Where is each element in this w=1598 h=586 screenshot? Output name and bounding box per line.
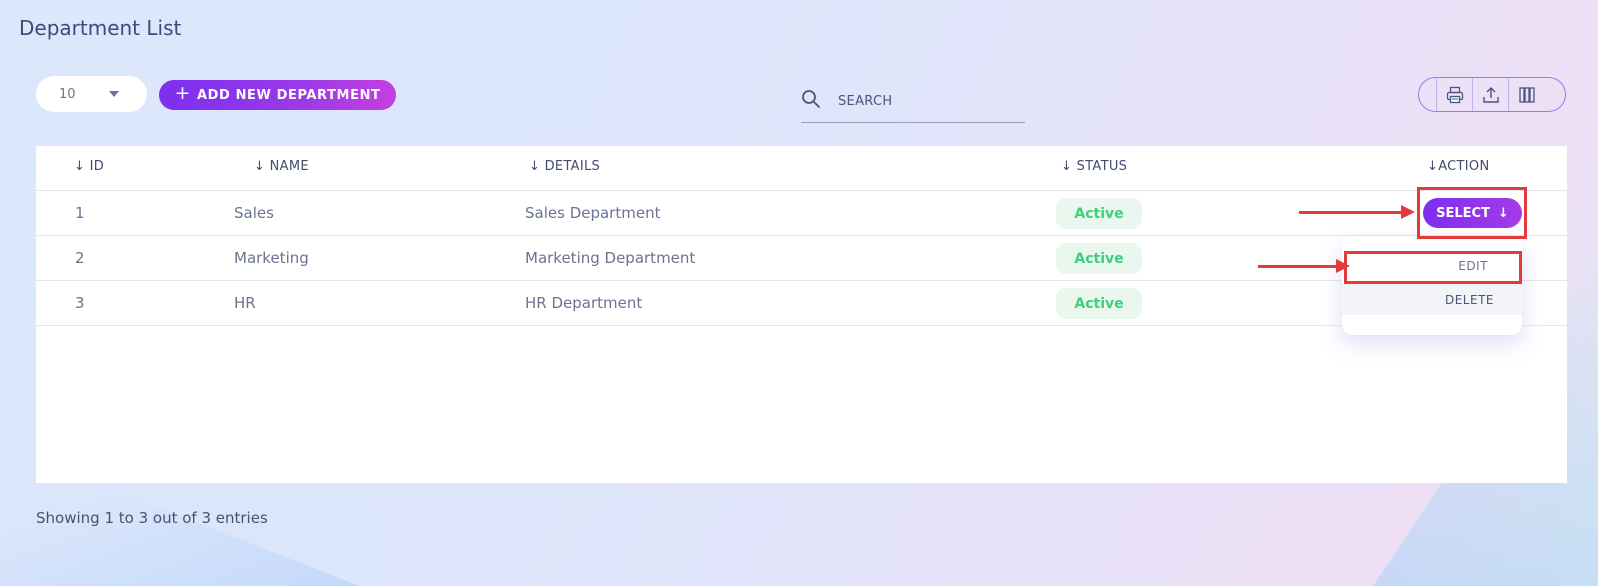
print-button[interactable] xyxy=(1436,78,1473,111)
upload-icon xyxy=(1482,86,1499,103)
search-box xyxy=(801,85,1025,123)
column-header-status[interactable]: ↓ STATUS xyxy=(1061,159,1127,174)
cell-details: Marketing Department xyxy=(525,249,696,267)
columns-icon xyxy=(1518,86,1535,103)
column-header-id[interactable]: ↓ ID xyxy=(74,159,104,174)
add-department-button[interactable]: + ADD NEW DEPARTMENT xyxy=(159,80,396,110)
search-input[interactable] xyxy=(836,87,1020,115)
table-row: 3 HR HR Department Active xyxy=(36,281,1567,326)
status-badge: Active xyxy=(1056,288,1142,319)
cell-name: Marketing xyxy=(234,249,309,267)
add-department-label: ADD NEW DEPARTMENT xyxy=(197,87,381,103)
table-header: ↓ ID ↓ NAME ↓ DETAILS ↓ STATUS ↓ACTION xyxy=(36,146,1567,191)
cell-details: HR Department xyxy=(525,294,643,312)
highlight-box-select xyxy=(1417,187,1527,239)
column-header-name[interactable]: ↓ NAME xyxy=(254,159,309,174)
cell-name: Sales xyxy=(234,204,274,222)
highlight-box-edit xyxy=(1344,251,1522,284)
status-badge: Active xyxy=(1056,198,1142,229)
annotation-arrow-icon xyxy=(1299,205,1415,219)
cell-id: 2 xyxy=(75,249,85,267)
cell-id: 1 xyxy=(75,204,85,222)
annotation-arrow-icon xyxy=(1258,259,1350,273)
entries-summary: Showing 1 to 3 out of 3 entries xyxy=(36,509,268,527)
cell-name: HR xyxy=(234,294,256,312)
columns-button[interactable] xyxy=(1509,78,1544,111)
page-title: Department List xyxy=(19,16,182,40)
plus-icon: + xyxy=(174,82,191,104)
page-size-select[interactable]: 10 xyxy=(36,76,147,112)
column-header-details[interactable]: ↓ DETAILS xyxy=(529,159,600,174)
page-size-value: 10 xyxy=(59,86,76,102)
cell-details: Sales Department xyxy=(525,204,661,222)
department-table: ↓ ID ↓ NAME ↓ DETAILS ↓ STATUS ↓ACTION 1… xyxy=(36,146,1567,483)
status-badge: Active xyxy=(1056,243,1142,274)
delete-menu-item[interactable]: DELETE xyxy=(1342,284,1522,315)
search-icon xyxy=(802,90,820,108)
cell-id: 3 xyxy=(75,294,85,312)
export-button[interactable] xyxy=(1473,78,1509,111)
table-tools xyxy=(1418,77,1566,112)
column-header-action[interactable]: ↓ACTION xyxy=(1427,159,1489,174)
printer-icon xyxy=(1446,86,1463,103)
chevron-down-icon xyxy=(109,91,119,97)
